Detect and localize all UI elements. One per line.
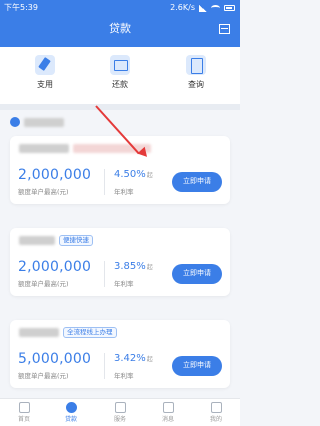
- tab-label: 消息: [161, 416, 174, 423]
- bank-header: [10, 116, 64, 128]
- tab-message[interactable]: 消息: [151, 402, 185, 423]
- divider: [104, 261, 105, 287]
- max-amount-label: 额度单户最高(元): [18, 188, 69, 196]
- tab-home[interactable]: 首页: [7, 402, 41, 423]
- card-repay-icon: [110, 55, 130, 75]
- bottom-tab-bar: 首页 贷款 服务 消息 我的: [0, 398, 240, 426]
- loan-product-card[interactable]: 便捷快速 2,000,000 额度单户最高(元) 3.85%起 年利率 立即申请: [10, 228, 230, 296]
- rate-suffix: 起: [146, 264, 153, 271]
- profile-icon: [210, 402, 222, 413]
- max-amount-label: 额度单户最高(元): [18, 280, 69, 288]
- status-time: 下午5:39: [4, 3, 38, 12]
- quick-action-label: 查询: [188, 80, 204, 89]
- tab-label: 我的: [209, 416, 222, 423]
- document-query-icon: [186, 55, 206, 75]
- rate-suffix: 起: [146, 172, 153, 179]
- blurred-product-name: [19, 143, 69, 153]
- quick-action-use[interactable]: 支用: [20, 55, 70, 90]
- product-tag: 全流程线上办理: [63, 326, 117, 338]
- annual-rate-label: 年利率: [114, 188, 134, 196]
- message-icon: [162, 402, 174, 413]
- apply-now-button[interactable]: 立即申请: [172, 264, 222, 284]
- rate-value: 4.50%: [114, 169, 146, 180]
- blurred-bank-name: [24, 117, 64, 127]
- loan-icon: [65, 402, 77, 413]
- annual-rate: 3.42%起: [114, 353, 153, 364]
- tab-profile[interactable]: 我的: [199, 402, 233, 423]
- top-bar: 下午5:39 2.6K/s 贷款: [0, 0, 240, 47]
- status-indicators: 2.6K/s: [170, 0, 235, 16]
- annual-rate-label: 年利率: [114, 280, 134, 288]
- max-amount-label: 额度单户最高(元): [18, 372, 69, 380]
- page-title: 贷款: [109, 22, 131, 35]
- rate-suffix: 起: [146, 356, 153, 363]
- annual-rate-label: 年利率: [114, 372, 134, 380]
- max-amount: 2,000,000: [18, 167, 92, 183]
- annual-rate: 3.85%起: [114, 261, 153, 272]
- bank-logo-icon: [10, 117, 20, 127]
- tab-label: 首页: [17, 416, 30, 423]
- blurred-product-name: [19, 327, 59, 337]
- status-bar: 下午5:39 2.6K/s: [0, 0, 240, 16]
- signal-icon: [199, 4, 207, 12]
- network-speed: 2.6K/s: [170, 3, 195, 12]
- quick-action-label: 还款: [112, 80, 128, 89]
- battery-icon: [224, 5, 235, 11]
- quick-action-label: 支用: [37, 80, 53, 89]
- tab-label: 服务: [113, 416, 126, 423]
- max-amount: 5,000,000: [18, 351, 92, 367]
- section-divider: [0, 104, 240, 110]
- tab-service[interactable]: 服务: [103, 402, 137, 423]
- service-icon: [114, 402, 126, 413]
- apply-now-button[interactable]: 立即申请: [172, 356, 222, 376]
- blurred-product-name: [19, 235, 55, 245]
- quick-action-repay[interactable]: 还款: [95, 55, 145, 90]
- rate-value: 3.42%: [114, 353, 146, 364]
- tab-label: 贷款: [64, 416, 77, 423]
- divider: [104, 353, 105, 379]
- scan-icon[interactable]: [219, 24, 230, 34]
- loan-product-card[interactable]: 2,000,000 额度单户最高(元) 4.50%起 年利率 立即申请: [10, 136, 230, 204]
- product-header: 便捷快速: [19, 234, 93, 246]
- loan-product-card[interactable]: 全流程线上办理 5,000,000 额度单户最高(元) 3.42%起 年利率 立…: [10, 320, 230, 388]
- home-icon: [18, 402, 30, 413]
- divider: [104, 169, 105, 195]
- product-tag: 便捷快速: [59, 234, 93, 246]
- wifi-icon: [211, 5, 220, 11]
- tab-loan[interactable]: 贷款: [54, 402, 88, 423]
- max-amount: 2,000,000: [18, 259, 92, 275]
- rate-value: 3.85%: [114, 261, 146, 272]
- apply-now-button[interactable]: 立即申请: [172, 172, 222, 192]
- quick-action-query[interactable]: 查询: [171, 55, 221, 90]
- product-header: 全流程线上办理: [19, 326, 117, 338]
- quick-actions: 支用 还款 查询: [0, 47, 240, 104]
- annual-rate: 4.50%起: [114, 169, 153, 180]
- loan-use-icon: [35, 55, 55, 75]
